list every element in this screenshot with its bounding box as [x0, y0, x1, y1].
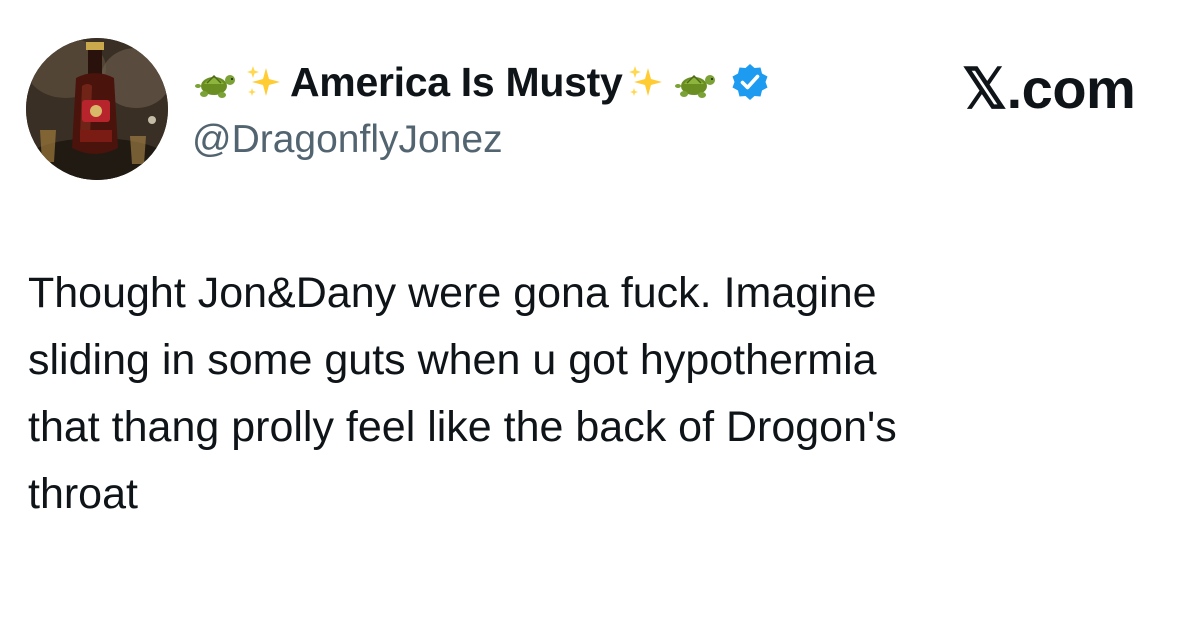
author-display-name[interactable]: America Is Musty — [290, 59, 623, 106]
tweet-card: America Is Musty @DragonflyJonez 𝕏.com T… — [0, 0, 1200, 619]
avatar-photo — [26, 38, 168, 180]
verified-badge-icon — [732, 64, 768, 100]
tweet-text: Thought Jon&Dany were gona fuck. Imagine… — [28, 260, 1168, 528]
author-name-row[interactable]: America Is Musty — [192, 52, 770, 112]
tweet-text-line: sliding in some guts when u got hypother… — [28, 336, 877, 384]
turtle-icon — [195, 74, 235, 98]
tweet-header: America Is Musty @DragonflyJonez — [192, 52, 952, 172]
turtle-icon — [675, 74, 716, 98]
author-avatar[interactable] — [26, 38, 168, 180]
sparkles-icon — [629, 66, 663, 96]
tweet-text-line: throat — [28, 470, 138, 518]
tweet-text-line: that thang prolly feel like the back of … — [28, 403, 897, 451]
source-label: 𝕏.com — [962, 57, 1136, 120]
author-handle[interactable]: @DragonflyJonez — [192, 118, 503, 162]
sparkles-icon — [247, 66, 280, 96]
tweet-text-line: Thought Jon&Dany were gona fuck. Imagine — [28, 269, 877, 317]
